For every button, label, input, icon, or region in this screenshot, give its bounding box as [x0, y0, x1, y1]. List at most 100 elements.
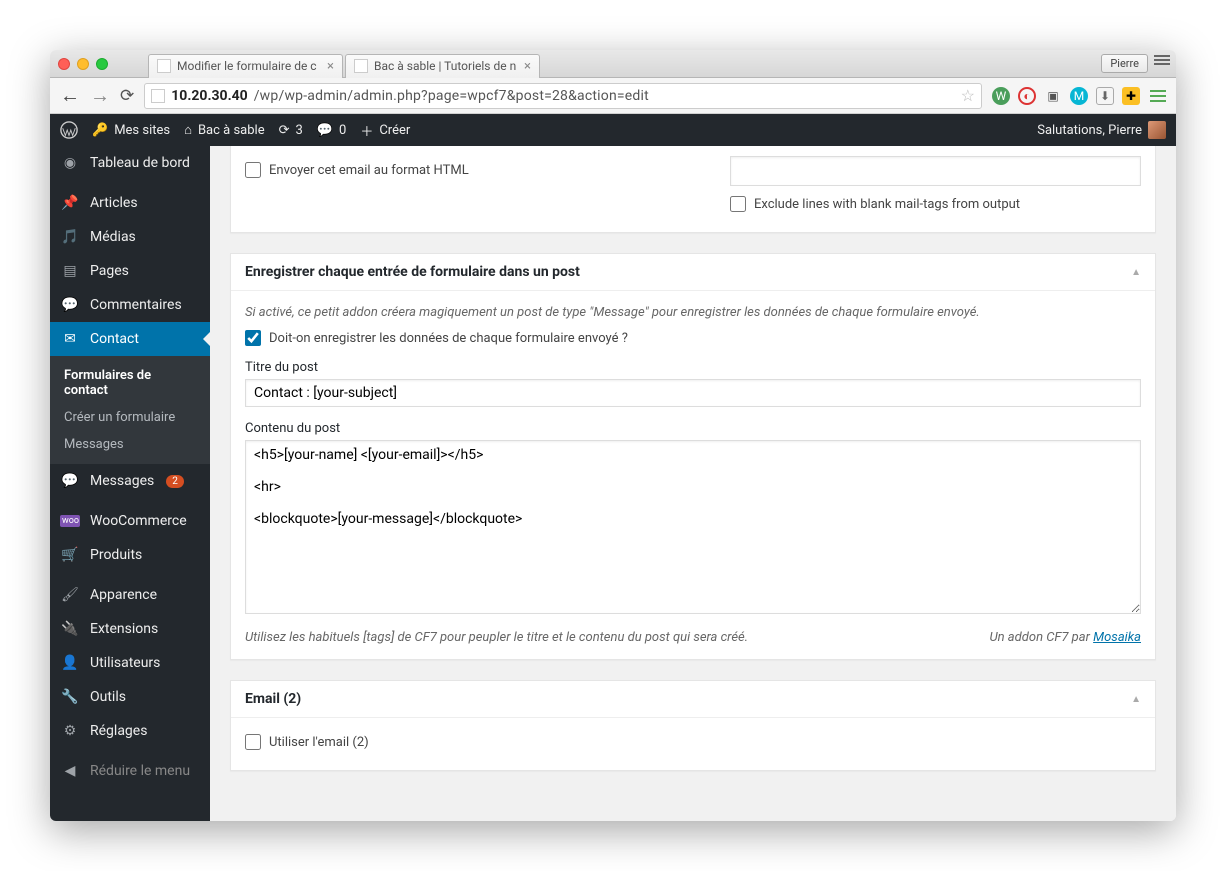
favicon-icon: [354, 59, 368, 73]
my-sites-link[interactable]: 🔑 Mes sites: [92, 123, 170, 138]
chevron-up-icon[interactable]: ▲: [1131, 694, 1141, 705]
submenu-forms[interactable]: Formulaires de contact: [50, 362, 210, 404]
zoom-window-icon[interactable]: [96, 58, 108, 70]
m-ext-icon[interactable]: M: [1070, 87, 1088, 105]
chrome-menu-icon[interactable]: [1150, 90, 1166, 102]
menu-label: Pages: [90, 263, 129, 279]
menu-label: Outils: [90, 689, 126, 705]
exclude-blank-label: Exclude lines with blank mail-tags from …: [754, 197, 1020, 212]
save-post-panel: Enregistrer chaque entrée de formulaire …: [230, 253, 1156, 660]
mosaika-link[interactable]: Mosaika: [1093, 630, 1141, 645]
additional-headers-textarea[interactable]: [730, 156, 1141, 186]
plug-icon: 🔌: [60, 621, 80, 637]
menu-label: Apparence: [90, 587, 157, 603]
wordpress-ext-icon[interactable]: W: [992, 87, 1010, 105]
plus-icon: ＋: [360, 121, 373, 140]
chevron-up-icon[interactable]: ▲: [1131, 267, 1141, 278]
reload-icon[interactable]: ⟳: [120, 86, 134, 106]
cast-ext-icon[interactable]: ▣: [1044, 87, 1062, 105]
wp-logo-icon[interactable]: [60, 121, 78, 139]
chrome-user-button[interactable]: Pierre: [1101, 54, 1148, 73]
tab-title: Modifier le formulaire de c: [177, 59, 321, 73]
metro-icon[interactable]: [1154, 55, 1170, 71]
menu-label: Tableau de bord: [90, 155, 190, 171]
submenu-create[interactable]: Créer un formulaire: [50, 404, 210, 431]
user-icon: 👤: [60, 655, 80, 671]
submenu-messages[interactable]: Messages: [50, 431, 210, 458]
chat-icon: 💬: [60, 473, 80, 489]
badge-count: 2: [166, 475, 184, 488]
sliders-icon: ⚙: [60, 723, 80, 739]
panel-header[interactable]: Email (2) ▲: [231, 681, 1155, 718]
address-bar: ← → ⟳ 10.20.30.40/wp/wp-admin/admin.php?…: [50, 78, 1176, 114]
html-email-checkbox[interactable]: [245, 162, 261, 178]
site-link[interactable]: ⌂ Bac à sable: [184, 122, 265, 138]
post-title-label: Titre du post: [245, 360, 1141, 375]
menu-posts[interactable]: 📌Articles: [50, 186, 210, 220]
browser-tab-strip: Modifier le formulaire de c × Bac à sabl…: [50, 50, 1176, 78]
avatar-icon: [1148, 121, 1166, 139]
menu-plugins[interactable]: 🔌Extensions: [50, 612, 210, 646]
panel-header[interactable]: Enregistrer chaque entrée de formulaire …: [231, 254, 1155, 291]
pin-icon: 📌: [60, 195, 80, 211]
menu-label: Messages: [90, 473, 154, 489]
back-icon[interactable]: ←: [60, 83, 80, 108]
menu-tools[interactable]: 🔧Outils: [50, 680, 210, 714]
content-area: Envoyer cet email au format HTML Exclude…: [210, 146, 1176, 821]
greeting-label: Salutations, Pierre: [1037, 123, 1142, 138]
menu-woocommerce[interactable]: wooWooCommerce: [50, 504, 210, 538]
post-title-input[interactable]: [245, 379, 1141, 407]
url-path: /wp/wp-admin/admin.php?page=wpcf7&post=2…: [254, 88, 649, 104]
page-icon: ▤: [60, 263, 80, 279]
url-input[interactable]: 10.20.30.40/wp/wp-admin/admin.php?page=w…: [144, 83, 982, 109]
menu-label: Produits: [90, 547, 142, 563]
minimize-window-icon[interactable]: [77, 58, 89, 70]
close-window-icon[interactable]: [58, 58, 70, 70]
forward-icon[interactable]: →: [90, 83, 110, 108]
wp-admin-bar: 🔑 Mes sites ⌂ Bac à sable ⟳ 3 💬 0 ＋ Crée…: [50, 114, 1176, 146]
enable-save-checkbox[interactable]: [245, 330, 261, 346]
menu-label: Réglages: [90, 723, 147, 739]
adblock-ext-icon[interactable]: ◐: [1018, 87, 1036, 105]
post-content-textarea[interactable]: [245, 440, 1141, 614]
favicon-icon: [157, 59, 171, 73]
menu-products[interactable]: 🛒Produits: [50, 538, 210, 572]
menu-comments[interactable]: 💬Commentaires: [50, 288, 210, 322]
new-link[interactable]: ＋ Créer: [360, 121, 410, 140]
menu-pages[interactable]: ▤ Pages: [50, 254, 210, 288]
download-ext-icon[interactable]: ⬇: [1096, 87, 1114, 105]
menu-collapse[interactable]: ◀Réduire le menu: [50, 754, 210, 788]
browser-tab-1[interactable]: Modifier le formulaire de c ×: [148, 54, 343, 78]
page-icon: [151, 89, 165, 103]
use-email2-checkbox[interactable]: [245, 734, 261, 750]
menu-settings[interactable]: ⚙ Réglages: [50, 714, 210, 748]
puzzle-ext-icon[interactable]: ✚: [1122, 87, 1140, 105]
menu-label: WooCommerce: [90, 513, 187, 529]
bookmark-icon[interactable]: ☆: [961, 86, 975, 105]
comments-link[interactable]: 💬 0: [317, 123, 347, 138]
mail-icon: ✉: [60, 331, 80, 347]
menu-dashboard[interactable]: ◉Tableau de bord: [50, 146, 210, 180]
window-controls[interactable]: [58, 58, 108, 70]
close-tab-icon[interactable]: ×: [524, 59, 531, 74]
menu-appearance[interactable]: 🖌Apparence: [50, 578, 210, 612]
menu-users[interactable]: 👤Utilisateurs: [50, 646, 210, 680]
comment-icon: 💬: [317, 123, 333, 138]
greeting-link[interactable]: Salutations, Pierre: [1037, 121, 1166, 139]
exclude-blank-checkbox[interactable]: [730, 196, 746, 212]
menu-media[interactable]: 🎵Médias: [50, 220, 210, 254]
menu-messages[interactable]: 💬 Messages 2: [50, 464, 210, 498]
close-tab-icon[interactable]: ×: [327, 59, 334, 74]
menu-label: Commentaires: [90, 297, 182, 313]
menu-label: Contact: [90, 331, 139, 347]
updates-count: 3: [296, 123, 303, 138]
email2-panel: Email (2) ▲ Utiliser l'email (2): [230, 680, 1156, 771]
updates-link[interactable]: ⟳ 3: [279, 123, 303, 138]
key-icon: 🔑: [92, 123, 108, 138]
refresh-icon: ⟳: [279, 123, 290, 138]
menu-contact[interactable]: ✉ Contact: [50, 322, 210, 356]
browser-tab-2[interactable]: Bac à sable | Tutoriels de n ×: [345, 54, 540, 78]
email-panel-remnant: Envoyer cet email au format HTML Exclude…: [230, 146, 1156, 233]
submenu-contact: Formulaires de contact Créer un formulai…: [50, 356, 210, 464]
panel-title: Email (2): [245, 691, 301, 707]
